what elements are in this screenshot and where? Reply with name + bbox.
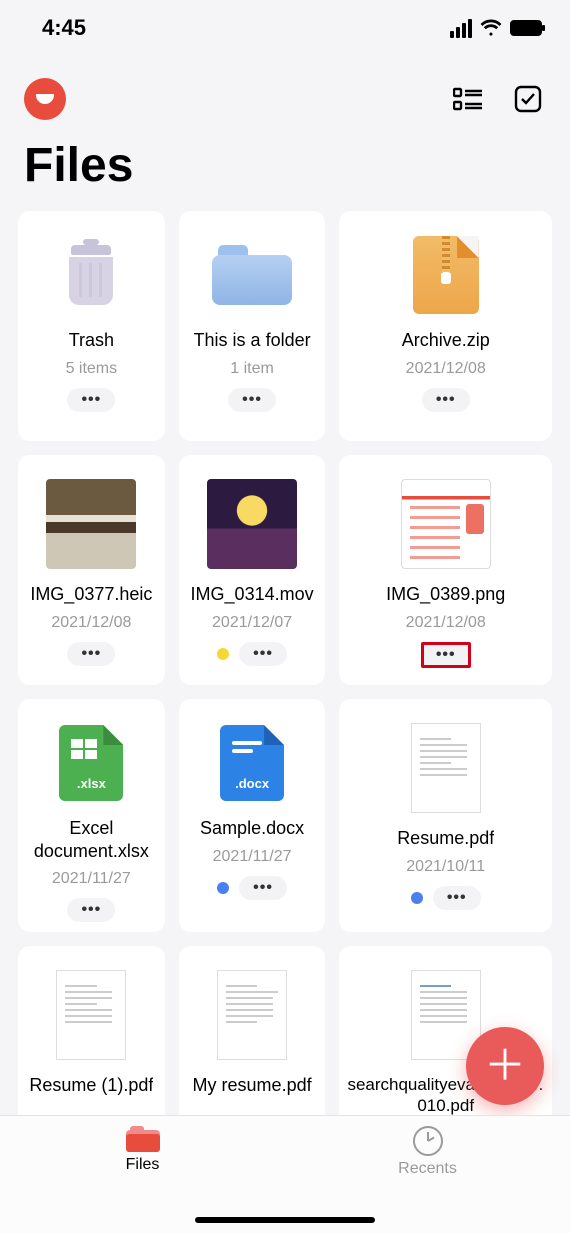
tile-sub: 5 items (66, 360, 118, 378)
more-button[interactable]: ••• (239, 876, 287, 900)
recents-tab-icon (413, 1126, 443, 1156)
files-tab-icon (126, 1126, 160, 1152)
tile-sub: 2021/12/08 (406, 360, 486, 378)
home-indicator (195, 1217, 375, 1223)
tile-img-0377[interactable]: IMG_0377.heic 2021/12/08 ••• (18, 455, 165, 685)
tile-name: This is a folder (194, 329, 311, 352)
image-thumbnail (401, 479, 491, 569)
xlsx-icon: .xlsx (51, 723, 131, 803)
tile-sub: 2021/11/27 (52, 870, 131, 888)
select-mode-icon[interactable] (510, 81, 546, 117)
tab-label: Recents (398, 1160, 457, 1178)
more-button[interactable]: ••• (239, 642, 287, 666)
tile-name: IMG_0389.png (386, 583, 505, 606)
docx-icon: .docx (212, 723, 292, 803)
tile-resume-1-pdf[interactable]: Resume (1).pdf (18, 946, 165, 1126)
add-button[interactable]: ＋ (466, 1027, 544, 1105)
more-button[interactable]: ••• (67, 642, 115, 666)
app-header (0, 56, 570, 128)
pdf-thumbnail (217, 970, 287, 1060)
battery-icon (510, 20, 542, 36)
tab-label: Files (126, 1156, 160, 1174)
tile-img-0314[interactable]: IMG_0314.mov 2021/12/07 ••• (179, 455, 326, 685)
tile-trash[interactable]: Trash 5 items ••• (18, 211, 165, 441)
tile-name: Trash (69, 329, 114, 352)
tile-name: IMG_0377.heic (30, 583, 152, 606)
tag-dot-icon (217, 882, 229, 894)
tile-name: Resume (1).pdf (29, 1074, 153, 1097)
page-title: Files (0, 128, 570, 211)
tile-sub: 2021/10/11 (406, 858, 485, 876)
tile-name: Sample.docx (200, 817, 304, 840)
app-brand-icon[interactable] (24, 78, 66, 120)
tile-sub: 2021/12/08 (406, 614, 486, 632)
tile-archive-zip[interactable]: Archive.zip 2021/12/08 ••• (339, 211, 552, 441)
trash-icon (51, 235, 131, 315)
pdf-thumbnail (56, 970, 126, 1060)
image-thumbnail (46, 479, 136, 569)
cellular-signal-icon (450, 19, 472, 38)
more-button[interactable]: ••• (228, 388, 276, 412)
tile-excel[interactable]: .xlsx Excel document.xlsx 2021/11/27 ••• (18, 699, 165, 932)
pdf-thumbnail (411, 723, 481, 813)
more-button[interactable]: ••• (421, 642, 471, 668)
status-time: 4:45 (42, 15, 86, 41)
more-button[interactable]: ••• (67, 898, 115, 922)
tile-name: Excel document.xlsx (26, 817, 157, 862)
folder-icon (212, 235, 292, 315)
tag-dot-icon (411, 892, 423, 904)
more-button[interactable]: ••• (433, 886, 481, 910)
more-button[interactable]: ••• (422, 388, 470, 412)
zip-icon (406, 235, 486, 315)
files-grid: Trash 5 items ••• This is a folder 1 ite… (0, 211, 570, 1126)
tile-sub: 2021/12/07 (212, 614, 292, 632)
view-list-icon[interactable] (450, 81, 486, 117)
tile-sub: 2021/12/08 (51, 614, 131, 632)
tile-sample-docx[interactable]: .docx Sample.docx 2021/11/27 ••• (179, 699, 326, 932)
tile-name: Resume.pdf (397, 827, 494, 850)
tile-img-0389[interactable]: IMG_0389.png 2021/12/08 ••• (339, 455, 552, 685)
status-bar: 4:45 (0, 0, 570, 56)
bottom-tabbar: Files Recents (0, 1115, 570, 1233)
wifi-icon (480, 19, 502, 37)
tile-name: IMG_0314.mov (191, 583, 314, 606)
tile-resume-pdf[interactable]: Resume.pdf 2021/10/11 ••• (339, 699, 552, 932)
video-thumbnail (207, 479, 297, 569)
plus-icon: ＋ (484, 1045, 526, 1087)
more-button[interactable]: ••• (67, 388, 115, 412)
tile-my-resume-pdf[interactable]: My resume.pdf (179, 946, 326, 1126)
tile-sub: 2021/11/27 (213, 848, 292, 866)
tile-name: Archive.zip (402, 329, 490, 352)
tile-sub: 1 item (230, 360, 274, 378)
tile-name: My resume.pdf (193, 1074, 312, 1097)
tile-folder[interactable]: This is a folder 1 item ••• (179, 211, 326, 441)
tag-dot-icon (217, 648, 229, 660)
status-indicators (450, 19, 542, 38)
